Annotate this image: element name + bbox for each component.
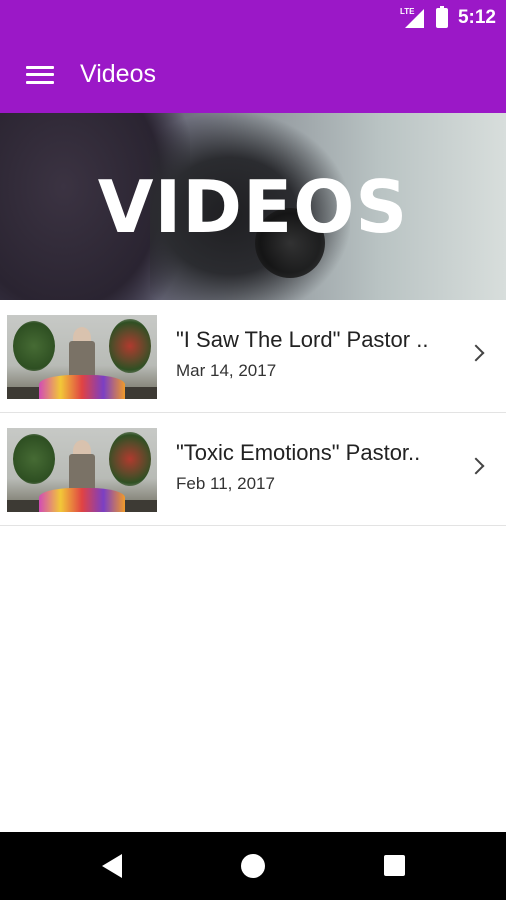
page-title: Videos bbox=[80, 60, 156, 88]
chevron-right-icon bbox=[467, 457, 485, 475]
video-info: "I Saw The Lord" Pastor .. Mar 14, 2017 bbox=[176, 300, 461, 413]
status-bar: LTE 5:12 bbox=[0, 0, 506, 36]
battery-icon bbox=[435, 6, 448, 28]
chevron-right-icon bbox=[467, 344, 485, 362]
hero-banner: VIDEOS bbox=[0, 113, 506, 300]
video-title: "I Saw The Lord" Pastor .. bbox=[176, 327, 429, 352]
video-thumbnail bbox=[7, 428, 157, 512]
video-date: Mar 14, 2017 bbox=[176, 361, 277, 380]
video-title: "Toxic Emotions" Pastor.. bbox=[176, 440, 421, 465]
system-nav-bar bbox=[0, 832, 506, 900]
hamburger-menu-icon bbox=[26, 65, 54, 84]
recents-square-icon[interactable] bbox=[384, 855, 405, 876]
status-icons: LTE 5:12 bbox=[400, 0, 496, 36]
clock: 5:12 bbox=[457, 7, 496, 28]
app-bar: Videos bbox=[0, 36, 506, 113]
video-date: Feb 11, 2017 bbox=[176, 474, 275, 493]
video-list-item[interactable]: "I Saw The Lord" Pastor .. Mar 14, 2017 bbox=[0, 300, 506, 413]
home-circle-icon[interactable] bbox=[241, 854, 265, 878]
video-info: "Toxic Emotions" Pastor.. Feb 11, 2017 bbox=[176, 413, 461, 526]
video-thumbnail bbox=[7, 315, 157, 399]
signal-icon: LTE bbox=[400, 7, 426, 29]
video-list-item[interactable]: "Toxic Emotions" Pastor.. Feb 11, 2017 bbox=[0, 413, 506, 526]
video-list: "I Saw The Lord" Pastor .. Mar 14, 2017 … bbox=[0, 300, 506, 526]
back-triangle-icon[interactable] bbox=[102, 854, 122, 878]
hero-title: VIDEOS bbox=[97, 164, 409, 249]
menu-button[interactable] bbox=[0, 36, 80, 113]
